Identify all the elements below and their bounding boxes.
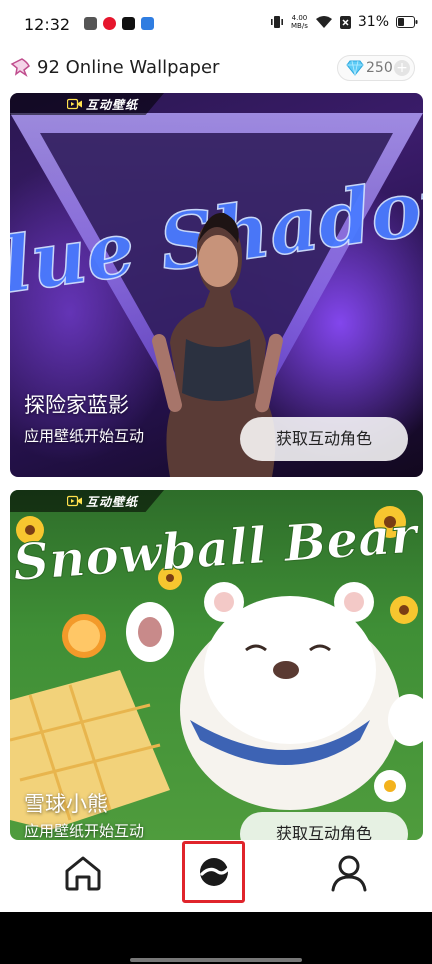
tiktok-icon (122, 17, 135, 30)
gesture-bar[interactable] (130, 958, 302, 962)
get-character-button[interactable]: 获取互动角色 (240, 812, 408, 840)
card-subtitle: 应用壁纸开始互动 (24, 427, 145, 445)
nav-home[interactable] (43, 840, 123, 906)
video-icon (67, 98, 82, 110)
home-icon (65, 856, 101, 891)
wifi-icon (315, 16, 332, 28)
wallpaper-card[interactable]: Snowball Bear 互动壁纸 雪球小熊 应用壁纸开始互动 获取互动角色 (10, 490, 423, 840)
gem-count: 250 (366, 60, 393, 76)
notification-icons (84, 17, 154, 30)
vibrate-icon (271, 16, 284, 28)
bottom-nav (0, 840, 432, 912)
profile-icon (331, 855, 367, 892)
battery-icon (396, 16, 418, 28)
nav-profile[interactable] (309, 840, 389, 906)
tag-label: 互动壁纸 (86, 97, 139, 112)
app-notification-icon (141, 17, 154, 30)
art-title-text: Snowball Bear (11, 505, 422, 592)
video-icon (67, 495, 82, 507)
battery-percent: 31% (357, 14, 389, 30)
app-logo-icon (10, 58, 30, 77)
app-header: 92 Online Wallpaper 250 + (0, 50, 432, 88)
add-gems-button[interactable]: + (394, 60, 410, 76)
network-speed: 4.00 MB/s (291, 14, 308, 30)
diamond-icon (346, 60, 364, 76)
nav-discover[interactable] (182, 841, 245, 903)
card-subtitle: 应用壁纸开始互动 (24, 822, 145, 840)
weibo-icon (103, 17, 116, 30)
network-speed-unit: MB/s (291, 22, 308, 30)
app-notification-icon (84, 17, 97, 30)
tag-label: 互动壁纸 (86, 494, 139, 509)
app-screen: 12:32 4.00 MB/s 31% 92 Online Wallpaper (0, 0, 432, 912)
gem-balance[interactable]: 250 + (337, 55, 415, 81)
get-character-button[interactable]: 获取互动角色 (240, 417, 408, 461)
sim-icon (339, 15, 351, 29)
interactive-tag: 互动壁纸 (10, 93, 165, 115)
status-time: 12:32 (24, 15, 71, 34)
status-bar: 12:32 4.00 MB/s 31% (0, 0, 432, 50)
wallpaper-card[interactable]: Blue Shadow 互动壁纸 探险家蓝影 应用壁纸开始互动 获取互动角色 (10, 93, 423, 477)
network-speed-value: 4.00 (291, 14, 308, 22)
interactive-tag: 互动壁纸 (10, 490, 165, 512)
discover-icon (199, 858, 230, 886)
card-title: 探险家蓝影 (24, 393, 129, 417)
status-right: 4.00 MB/s 31% (270, 14, 418, 30)
card-title: 雪球小熊 (24, 792, 108, 816)
app-title: 92 Online Wallpaper (37, 57, 220, 78)
